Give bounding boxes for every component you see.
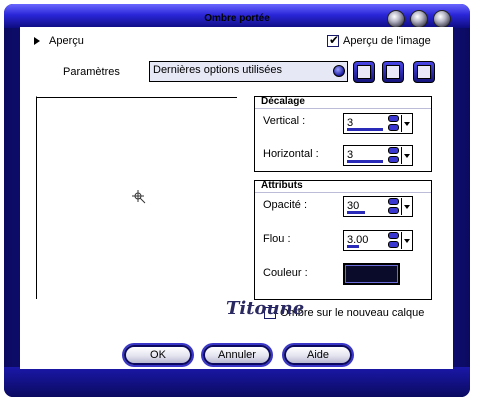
- attributes-group-title: Attributs: [261, 180, 303, 191]
- save-preset-button[interactable]: [353, 61, 375, 83]
- horizontal-dropdown-arrow-icon[interactable]: [401, 147, 411, 164]
- blur-slider-bar[interactable]: [347, 245, 359, 248]
- signature-watermark: Titoune: [226, 298, 305, 319]
- dropdown-arrow-icon[interactable]: [333, 65, 345, 77]
- load-preset-icon: [417, 65, 431, 79]
- expand-preview-icon[interactable]: [34, 37, 40, 45]
- offset-group-title: Décalage: [261, 96, 305, 107]
- reset-preset-button[interactable]: [382, 61, 404, 83]
- preset-dropdown-value: Dernières options utilisées: [153, 64, 283, 76]
- image-preview-label: Aperçu de l'image: [343, 35, 431, 47]
- preview-toggle-label[interactable]: Aperçu: [49, 35, 84, 47]
- offset-group: Décalage Vertical : 3 Horizontal : 3: [254, 96, 432, 172]
- window-frame-bottom: [4, 367, 470, 397]
- title-bar[interactable]: Ombre portée: [4, 4, 470, 28]
- blur-label: Flou :: [263, 233, 291, 245]
- close-titlebar-button[interactable]: [433, 10, 451, 28]
- crosshair-icon: [132, 190, 146, 204]
- vertical-label: Vertical :: [263, 115, 306, 127]
- load-preset-button[interactable]: [413, 61, 435, 83]
- help-titlebar-button[interactable]: [387, 10, 405, 28]
- vertical-spinbox[interactable]: 3: [343, 113, 413, 134]
- vertical-stepper[interactable]: [388, 115, 400, 132]
- reset-preset-icon: [386, 65, 400, 79]
- preset-dropdown[interactable]: Dernières options utilisées: [149, 61, 348, 82]
- dialog-window: Ombre portée Aperçu ✔ Aperçu de l'image …: [0, 0, 477, 401]
- save-preset-icon: [357, 65, 371, 79]
- blur-spinbox[interactable]: 3.00: [343, 230, 413, 251]
- blur-dropdown-arrow-icon[interactable]: [401, 232, 411, 249]
- opacity-label: Opacité :: [263, 199, 308, 211]
- opacity-stepper[interactable]: [388, 198, 400, 215]
- horizontal-spinbox[interactable]: 3: [343, 145, 413, 166]
- help-button[interactable]: Aide: [284, 345, 352, 365]
- cancel-button[interactable]: Annuler: [203, 345, 271, 365]
- image-preview-checkbox[interactable]: ✔: [327, 33, 340, 47]
- opacity-spinbox[interactable]: 30: [343, 196, 413, 217]
- params-label: Paramètres: [63, 66, 120, 78]
- check-icon: ✔: [329, 33, 340, 47]
- vertical-dropdown-arrow-icon[interactable]: [401, 115, 411, 132]
- minimize-titlebar-button[interactable]: [410, 10, 428, 28]
- ok-button[interactable]: OK: [124, 345, 192, 365]
- horizontal-slider-bar[interactable]: [347, 160, 383, 163]
- opacity-slider-bar[interactable]: [347, 211, 365, 214]
- horizontal-stepper[interactable]: [388, 147, 400, 164]
- shadow-color-swatch[interactable]: [343, 263, 400, 285]
- horizontal-label: Horizontal :: [263, 148, 319, 160]
- vertical-slider-bar[interactable]: [347, 128, 383, 131]
- attributes-group: Attributs Opacité : 30 Flou : 3.00 Coule…: [254, 180, 432, 300]
- preview-top-border: [37, 97, 237, 98]
- blur-stepper[interactable]: [388, 232, 400, 249]
- color-label: Couleur :: [263, 267, 308, 279]
- opacity-dropdown-arrow-icon[interactable]: [401, 198, 411, 215]
